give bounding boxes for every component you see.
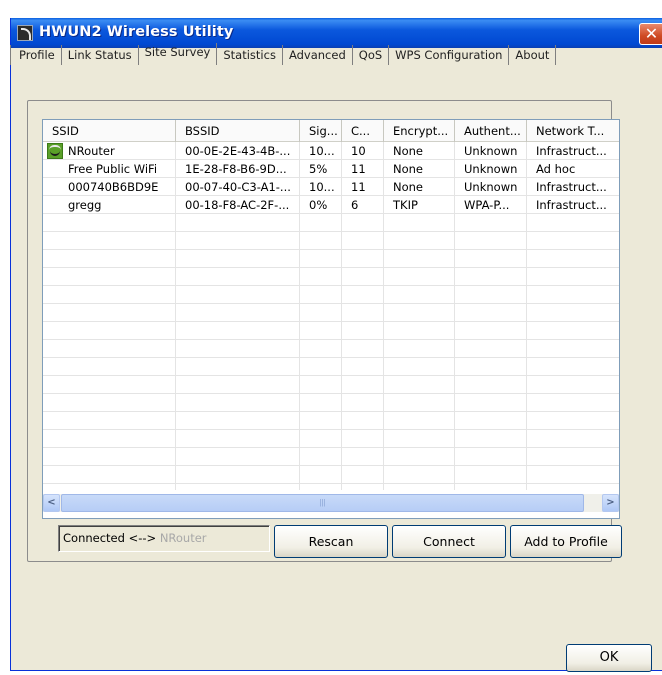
cell-ssid: Free Public WiFi	[68, 162, 158, 176]
cell-network-type: Infrastruct...	[536, 180, 607, 194]
tab-about[interactable]: About	[509, 45, 557, 65]
column-header-bssid[interactable]: BSSID	[176, 120, 300, 142]
list-body: NRouter 00-0E-2E-43-4B-... 10... 10 None…	[43, 142, 619, 490]
scroll-thumb[interactable]: |||	[61, 494, 584, 512]
list-header: SSID BSSID Sig... C... Encrypt... Authen…	[43, 120, 619, 142]
tab-site-survey[interactable]: Site Survey	[139, 43, 218, 65]
tab-advanced[interactable]: Advanced	[283, 45, 353, 65]
tab-qos[interactable]: QoS	[353, 45, 390, 65]
connection-status-field: Connected <--> NRouter	[58, 525, 270, 552]
cell-authentication: WPA-P...	[464, 198, 510, 212]
tab-statistics[interactable]: Statistics	[217, 45, 283, 65]
cell-encryption: TKIP	[393, 198, 418, 212]
cell-bssid: 00-07-40-C3-A1-...	[185, 180, 291, 194]
table-row[interactable]: Free Public WiFi 1E-28-F8-B6-9D... 5% 11…	[43, 160, 619, 178]
cell-bssid: 00-18-F8-AC-2F-...	[185, 198, 290, 212]
cell-authentication: Unknown	[464, 162, 518, 176]
cell-network-type: Infrastruct...	[536, 144, 607, 158]
connection-status-ssid: NRouter	[159, 531, 207, 545]
column-header-encryption[interactable]: Encrypt...	[384, 120, 455, 142]
cell-network-type: Infrastruct...	[536, 198, 607, 212]
site-survey-list[interactable]: SSID BSSID Sig... C... Encrypt... Authen…	[42, 119, 620, 519]
scroll-left-button[interactable]: <	[43, 494, 60, 512]
grip-icon: |||	[319, 498, 326, 507]
rescan-button[interactable]: Rescan	[274, 525, 388, 558]
cell-network-type: Ad hoc	[536, 162, 576, 176]
column-header-authentication[interactable]: Authent...	[455, 120, 527, 142]
window-title: HWUN2 Wireless Utility	[39, 24, 234, 40]
cell-signal: 10...	[309, 180, 335, 194]
cell-authentication: Unknown	[464, 144, 518, 158]
cell-ssid: NRouter	[43, 142, 176, 160]
chevron-left-icon: <	[47, 497, 56, 508]
cell-encryption: None	[393, 144, 424, 158]
tab-strip: Profile Link Status Site Survey Statisti…	[10, 43, 557, 65]
cell-authentication: Unknown	[464, 180, 518, 194]
scroll-right-button[interactable]: >	[602, 494, 619, 512]
cell-channel: 11	[351, 162, 366, 176]
add-to-profile-button[interactable]: Add to Profile	[510, 525, 622, 558]
horizontal-scrollbar[interactable]: < ||| >	[43, 494, 619, 512]
cell-channel: 11	[351, 180, 366, 194]
cell-channel: 6	[351, 198, 359, 212]
column-header-ssid[interactable]: SSID	[43, 120, 176, 142]
cell-signal: 5%	[309, 162, 328, 176]
close-button[interactable]: ✕	[639, 23, 662, 45]
cell-bssid: 00-0E-2E-43-4B-...	[185, 144, 291, 158]
cell-signal: 10...	[309, 144, 335, 158]
cell-encryption: None	[393, 162, 424, 176]
table-row[interactable]: 000740B6BD9E 00-07-40-C3-A1-... 10... 11…	[43, 178, 619, 196]
table-row[interactable]: NRouter 00-0E-2E-43-4B-... 10... 10 None…	[43, 142, 619, 160]
connect-button[interactable]: Connect	[392, 525, 506, 558]
ok-button[interactable]: OK	[566, 644, 652, 672]
cell-ssid: 000740B6BD9E	[68, 180, 159, 194]
table-row[interactable]: gregg 00-18-F8-AC-2F-... 0% 6 TKIP WPA-P…	[43, 196, 619, 214]
tab-profile[interactable]: Profile	[10, 45, 62, 65]
chevron-right-icon: >	[606, 497, 615, 508]
connected-network-icon	[47, 143, 63, 159]
cell-encryption: None	[393, 180, 424, 194]
column-header-signal[interactable]: Sig...	[300, 120, 342, 142]
cell-channel: 10	[351, 144, 366, 158]
column-header-channel[interactable]: C...	[342, 120, 384, 142]
cell-signal: 0%	[309, 198, 328, 212]
wireless-app-icon	[17, 25, 33, 41]
cell-bssid: 1E-28-F8-B6-9D...	[185, 162, 287, 176]
column-header-network-type[interactable]: Network T...	[527, 120, 619, 142]
close-icon: ✕	[644, 24, 659, 43]
cell-ssid: gregg	[68, 198, 102, 212]
connection-status-prefix: Connected <-->	[63, 531, 157, 545]
tab-link-status[interactable]: Link Status	[62, 45, 139, 65]
tab-wps-configuration[interactable]: WPS Configuration	[389, 45, 510, 65]
